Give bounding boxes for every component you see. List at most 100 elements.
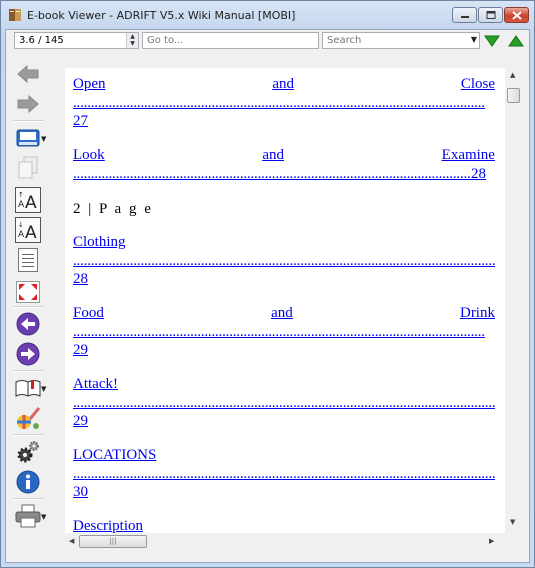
maximize-button[interactable] xyxy=(478,7,503,23)
svg-text:A: A xyxy=(18,230,25,240)
toc-leader-line[interactable]: ........................................… xyxy=(73,164,495,184)
next-page-icon xyxy=(16,342,40,366)
toc-entry-title[interactable]: LOCATIONS xyxy=(73,447,495,464)
svg-text:A: A xyxy=(25,193,37,213)
toc-entry-title[interactable]: Clothing xyxy=(73,234,495,251)
left-toolbar: ▼ A A ↑ A A ↓ ▼ ▼ xyxy=(6,56,52,562)
settings-icon xyxy=(17,441,39,463)
toc-word[interactable]: and xyxy=(272,76,294,93)
toc-entry[interactable]: Look and Examine .......................… xyxy=(73,147,495,184)
back-button[interactable] xyxy=(14,60,42,88)
goto-field[interactable] xyxy=(142,32,319,49)
document-viewport[interactable]: Open and Close .........................… xyxy=(65,68,505,544)
toc-word[interactable]: Look xyxy=(73,147,105,164)
copy-button[interactable] xyxy=(14,154,42,182)
scroll-down-icon[interactable]: ▼ xyxy=(510,518,515,526)
toc-word[interactable]: Examine xyxy=(442,147,495,164)
toc-page-number[interactable]: 29 xyxy=(73,413,495,430)
bookmarks-button[interactable] xyxy=(14,374,42,402)
print-icon xyxy=(15,504,41,528)
minimize-button[interactable] xyxy=(452,7,477,23)
fullscreen-icon xyxy=(16,281,40,303)
font-smaller-button[interactable]: A A ↓ xyxy=(14,216,42,244)
next-page-button[interactable] xyxy=(14,340,42,368)
svg-text:A: A xyxy=(18,200,25,210)
horizontal-scrollbar[interactable]: ◀ ||| ▶ xyxy=(65,533,505,550)
back-icon xyxy=(17,65,39,83)
toc-entry[interactable]: Food and Drink .........................… xyxy=(73,305,495,359)
previous-page-button[interactable] xyxy=(14,310,42,338)
page-header: 2 | P a g e xyxy=(73,201,153,217)
toc-word[interactable]: Close xyxy=(461,76,495,93)
chevron-down-icon[interactable]: ▼ xyxy=(471,35,477,44)
vertical-scroll-thumb[interactable] xyxy=(507,88,520,103)
toc-word[interactable]: and xyxy=(271,305,293,322)
position-spinbox[interactable]: ▲ ▼ xyxy=(14,32,139,49)
copy-icon xyxy=(18,156,38,179)
position-input[interactable] xyxy=(15,33,122,48)
toc-entry[interactable]: Attack! ................................… xyxy=(73,376,495,430)
scroll-up-icon[interactable]: ▲ xyxy=(510,71,515,79)
toc-word[interactable]: Food xyxy=(73,305,104,322)
maximize-icon xyxy=(486,11,495,19)
toc-entry[interactable]: Clothing ...............................… xyxy=(73,234,495,288)
toc-entry-title[interactable]: Food and Drink xyxy=(73,305,495,322)
separator xyxy=(14,120,44,122)
font-smaller-icon: A A ↓ xyxy=(15,217,41,243)
stepper-up-icon[interactable]: ▲ xyxy=(127,33,138,40)
info-icon xyxy=(16,470,40,494)
print-dropdown-icon[interactable]: ▼ xyxy=(41,513,46,521)
position-stepper[interactable]: ▲ ▼ xyxy=(126,33,138,48)
search-combobox[interactable]: ▼ xyxy=(322,32,480,49)
preferences-icon xyxy=(17,407,41,429)
save-dropdown-icon[interactable]: ▼ xyxy=(41,135,46,143)
fullscreen-button[interactable] xyxy=(14,278,42,306)
toc-word[interactable]: and xyxy=(262,147,284,164)
settings-button[interactable] xyxy=(14,438,42,466)
font-larger-button[interactable]: A A ↑ xyxy=(14,186,42,214)
separator xyxy=(14,306,44,308)
scroll-right-icon[interactable]: ▶ xyxy=(489,537,494,545)
info-button[interactable] xyxy=(14,468,42,496)
separator xyxy=(14,434,44,436)
find-next-icon[interactable] xyxy=(483,32,501,49)
toc-leader-dots[interactable]: ........................................… xyxy=(73,393,495,413)
search-input[interactable] xyxy=(323,33,467,48)
title-bar[interactable]: E-book Viewer - ADRIFT V5.x Wiki Manual … xyxy=(1,1,534,29)
toc-entry-title[interactable]: Attack! xyxy=(73,376,495,393)
toc-page-number[interactable]: 27 xyxy=(73,113,495,130)
toc-word[interactable]: Open xyxy=(73,76,106,93)
print-button[interactable] xyxy=(14,502,42,530)
toc-word[interactable]: Drink xyxy=(460,305,495,322)
toc-page-number[interactable]: 30 xyxy=(73,484,495,501)
close-button[interactable] xyxy=(504,7,529,23)
bookmarks-icon xyxy=(15,380,41,397)
toc-leader-dots[interactable]: ........................................… xyxy=(73,464,495,484)
stepper-down-icon[interactable]: ▼ xyxy=(127,40,138,47)
svg-text:↓: ↓ xyxy=(18,221,24,229)
vertical-scrollbar[interactable]: ▲ ▼ xyxy=(505,68,522,544)
toc-page-number[interactable]: 29 xyxy=(73,342,495,359)
preferences-button[interactable] xyxy=(14,404,42,432)
goto-input[interactable] xyxy=(143,33,317,48)
toc-entry[interactable]: Open and Close .........................… xyxy=(73,76,495,130)
forward-icon xyxy=(17,95,39,113)
toc-entry-title[interactable]: Look and Examine xyxy=(73,147,495,164)
bookmarks-dropdown-icon[interactable]: ▼ xyxy=(41,385,46,393)
toc-leader-dots[interactable]: ........................................… xyxy=(73,93,485,113)
toc-page-number[interactable]: 28 xyxy=(471,164,486,184)
toc-entry[interactable]: LOCATIONS ..............................… xyxy=(73,447,495,501)
toc-leader-dots[interactable]: ........................................… xyxy=(73,164,471,184)
table-of-contents-button[interactable] xyxy=(14,246,42,274)
font-larger-icon: A A ↑ xyxy=(15,187,41,213)
forward-button[interactable] xyxy=(14,90,42,118)
find-previous-icon[interactable] xyxy=(507,32,525,49)
save-button[interactable] xyxy=(14,124,42,152)
toc-leader-dots[interactable]: ........................................… xyxy=(73,322,485,342)
svg-text:A: A xyxy=(25,223,37,243)
toc-entry-title[interactable]: Open and Close xyxy=(73,76,495,93)
toc-leader-dots[interactable]: ........................................… xyxy=(73,251,495,271)
toc-page-number[interactable]: 28 xyxy=(73,271,495,288)
scroll-left-icon[interactable]: ◀ xyxy=(69,537,74,545)
horizontal-scroll-thumb[interactable]: ||| xyxy=(79,535,147,548)
